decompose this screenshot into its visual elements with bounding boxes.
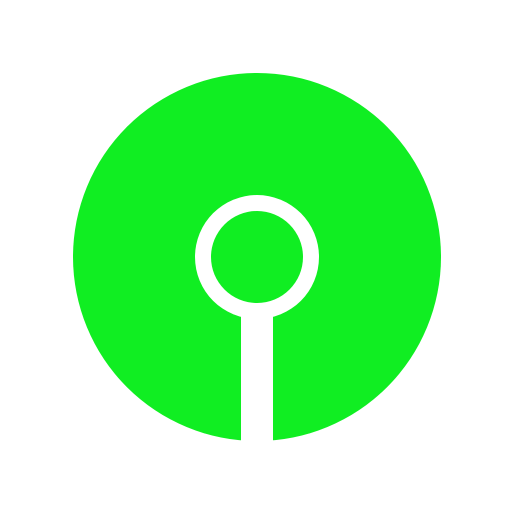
keyhole-logo-icon bbox=[73, 73, 441, 450]
app-icon-canvas bbox=[0, 0, 512, 512]
keyhole-center bbox=[211, 211, 303, 303]
keyhole-slot bbox=[241, 300, 273, 450]
